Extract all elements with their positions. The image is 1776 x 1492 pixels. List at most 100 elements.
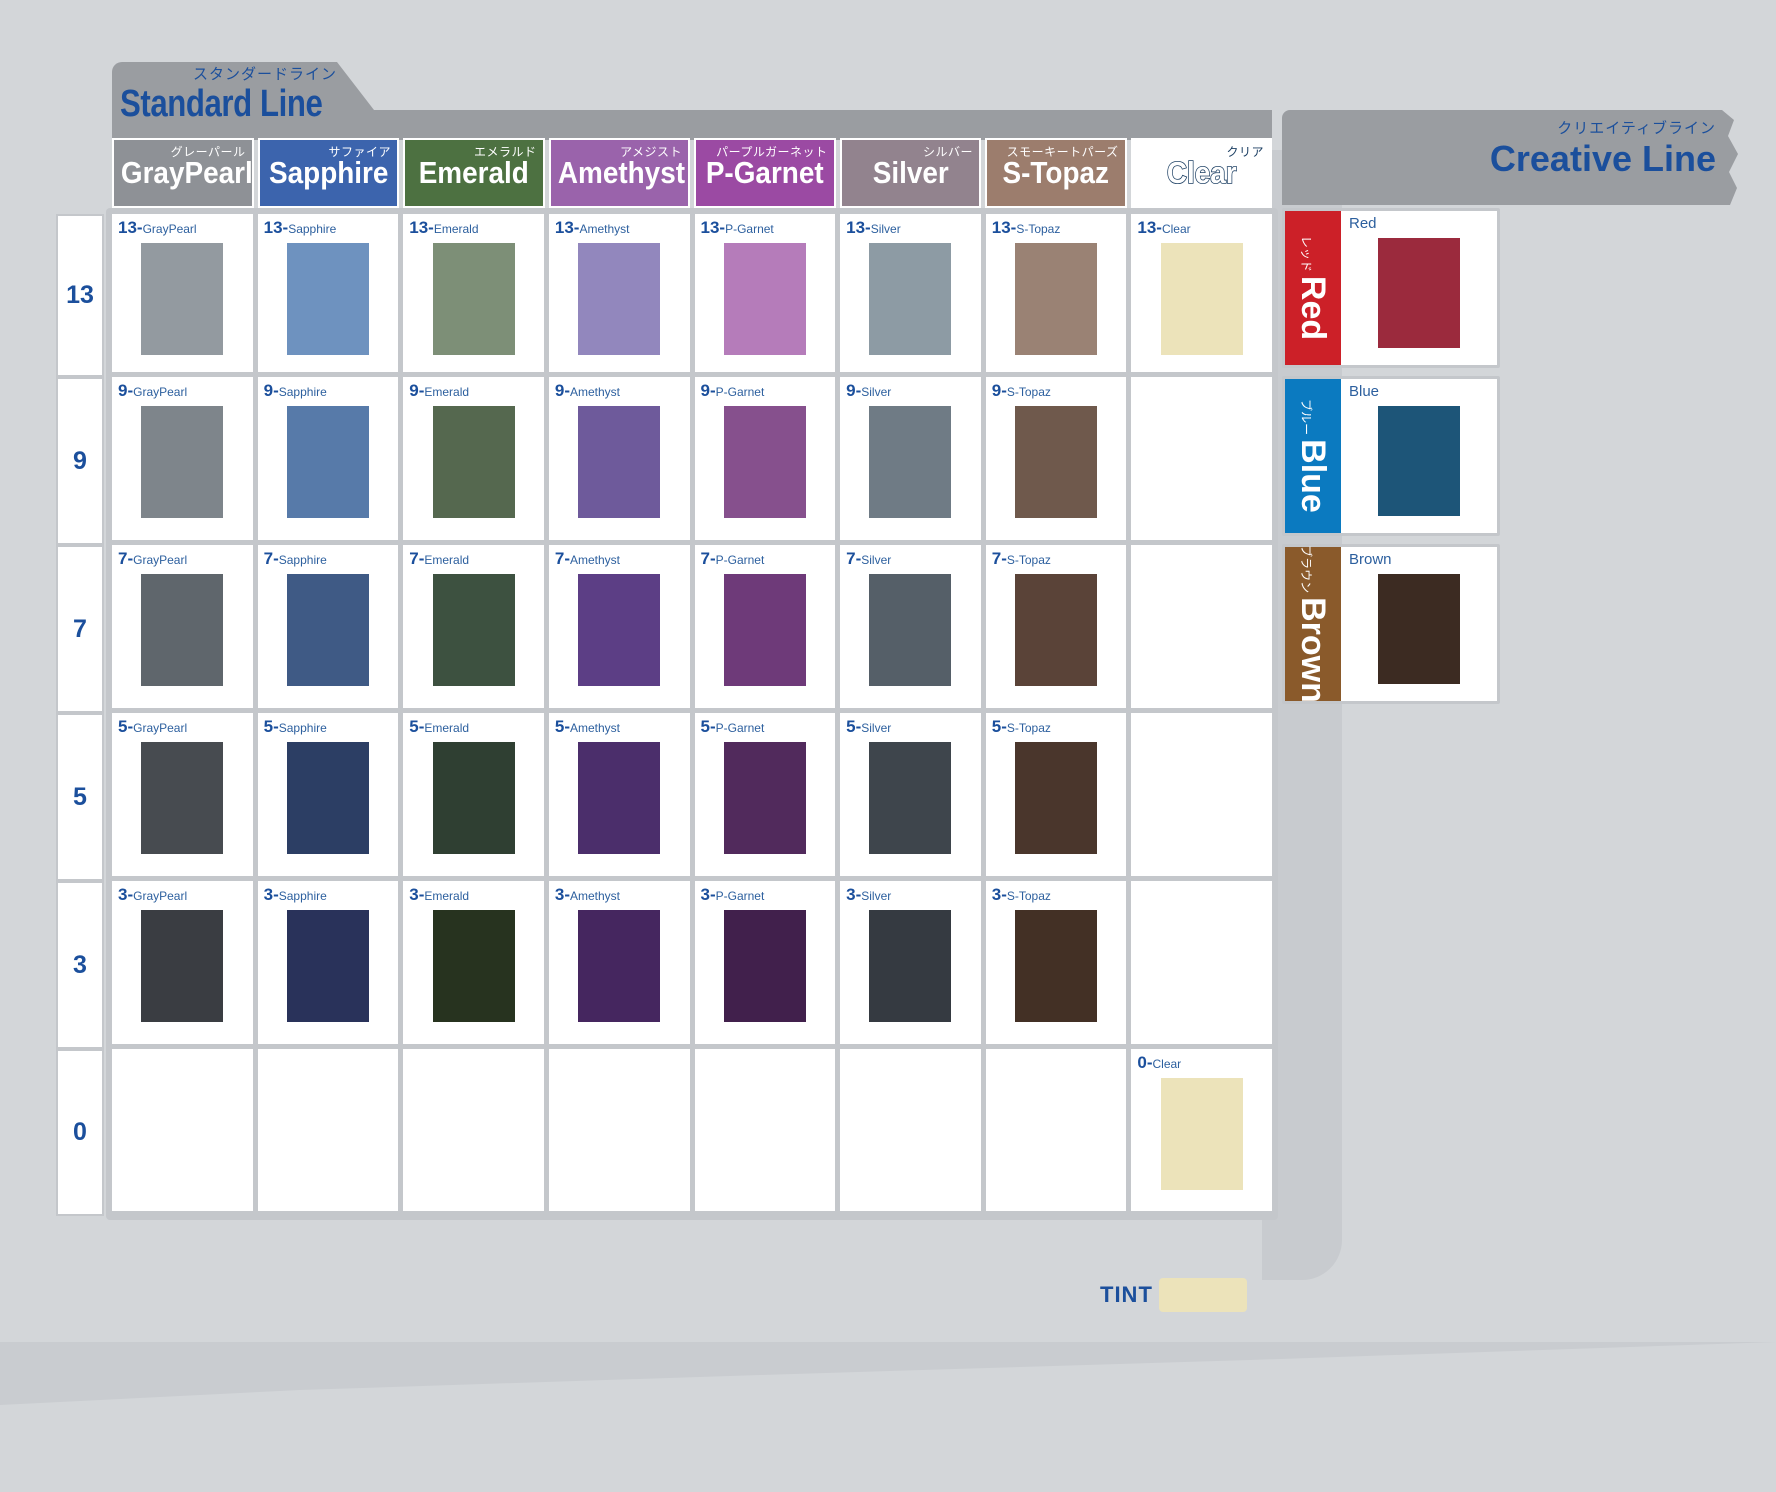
- hair-swatch[interactable]: [1378, 406, 1460, 516]
- column-header-clear[interactable]: クリア Clear: [1130, 138, 1272, 208]
- swatch-cell-9-sapphire[interactable]: 9-Sapphire: [257, 377, 399, 540]
- column-header-silver[interactable]: シルバー Silver: [839, 138, 981, 208]
- swatch-cell-5-silver[interactable]: 5-Silver: [840, 713, 981, 876]
- swatch-color-name: GrayPearl: [133, 553, 188, 567]
- hair-swatch[interactable]: [869, 742, 952, 854]
- hair-swatch[interactable]: [1378, 238, 1460, 348]
- hair-swatch[interactable]: [141, 742, 224, 854]
- swatch-color-name: Emerald: [424, 889, 470, 903]
- hair-swatch[interactable]: [432, 406, 515, 518]
- column-header-amethyst[interactable]: アメジスト Amethyst: [548, 138, 690, 208]
- creative-card-brown[interactable]: ブラウン Brown Brown: [1282, 544, 1500, 704]
- hair-swatch[interactable]: [141, 910, 224, 1022]
- hair-swatch[interactable]: [286, 574, 369, 686]
- creative-card-red[interactable]: レッド Red Red: [1282, 208, 1500, 368]
- hair-swatch[interactable]: [1378, 574, 1460, 684]
- hair-swatch[interactable]: [1015, 574, 1098, 686]
- swatch-cell-13-p-garnet[interactable]: 13-P-Garnet: [694, 214, 836, 372]
- hair-swatch[interactable]: [141, 574, 224, 686]
- swatch-label: 7-Amethyst: [549, 545, 620, 568]
- hair-swatch[interactable]: [723, 406, 806, 518]
- swatch-cell-7-p-garnet[interactable]: 7-P-Garnet: [694, 545, 836, 708]
- swatch-cell-13-emerald[interactable]: 13-Emerald: [403, 214, 544, 372]
- hair-swatch[interactable]: [286, 406, 369, 518]
- hair-swatch[interactable]: [869, 243, 952, 355]
- swatch-cell-5-s-topaz[interactable]: 5-S-Topaz: [985, 713, 1127, 876]
- hair-swatch[interactable]: [432, 910, 515, 1022]
- swatch-cell-5-amethyst[interactable]: 5-Amethyst: [548, 713, 690, 876]
- swatch-cell-9-emerald[interactable]: 9-Emerald: [403, 377, 544, 540]
- swatch-cell-9-graypearl[interactable]: 9-GrayPearl: [112, 377, 253, 540]
- swatch-cell-3-sapphire[interactable]: 3-Sapphire: [257, 881, 399, 1044]
- column-header-s-topaz[interactable]: スモーキートパーズ S-Topaz: [985, 138, 1127, 208]
- swatch-cell-9-amethyst[interactable]: 9-Amethyst: [548, 377, 690, 540]
- creative-card-name: Brown: [1294, 597, 1333, 703]
- hair-swatch[interactable]: [578, 574, 661, 686]
- swatch-cell-3-p-garnet[interactable]: 3-P-Garnet: [694, 881, 836, 1044]
- hair-swatch[interactable]: [1015, 406, 1098, 518]
- column-header-emerald[interactable]: エメラルド Emerald: [403, 138, 545, 208]
- swatch-cell-7-sapphire[interactable]: 7-Sapphire: [257, 545, 399, 708]
- hair-swatch[interactable]: [141, 406, 224, 518]
- grid-row-9: 9-GrayPearl 9-Sapphire 9-Emerald 9-Amethyst…: [112, 377, 1272, 540]
- hair-swatch[interactable]: [578, 742, 661, 854]
- swatch-cell-13-s-topaz[interactable]: 13-S-Topaz: [985, 214, 1127, 372]
- hair-swatch[interactable]: [1015, 243, 1098, 355]
- hair-swatch[interactable]: [578, 910, 661, 1022]
- swatch-cell-3-s-topaz[interactable]: 3-S-Topaz: [985, 881, 1127, 1044]
- hair-swatch[interactable]: [141, 243, 224, 355]
- swatch-cell-13-sapphire[interactable]: 13-Sapphire: [257, 214, 399, 372]
- hair-swatch[interactable]: [1160, 1078, 1243, 1190]
- swatch-label: 5-Silver: [840, 713, 891, 736]
- swatch-color-name: Emerald: [424, 553, 470, 567]
- column-header-graypearl[interactable]: グレーパール GrayPearl: [112, 138, 254, 208]
- hair-swatch[interactable]: [1015, 742, 1098, 854]
- swatch-cell-3-graypearl[interactable]: 3-GrayPearl: [112, 881, 253, 1044]
- swatch-label: 5-Emerald: [403, 713, 469, 736]
- creative-card-tab: ブラウン Brown: [1285, 545, 1341, 703]
- swatch-cell-3-silver[interactable]: 3-Silver: [840, 881, 981, 1044]
- swatch-cell-7-graypearl[interactable]: 7-GrayPearl: [112, 545, 253, 708]
- swatch-label: 7-S-Topaz: [986, 545, 1051, 568]
- swatch-cell-7-silver[interactable]: 7-Silver: [840, 545, 981, 708]
- creative-card-blue[interactable]: ブルー Blue Blue: [1282, 376, 1500, 536]
- hair-swatch[interactable]: [286, 742, 369, 854]
- swatch-cell-5-emerald[interactable]: 5-Emerald: [403, 713, 544, 876]
- hair-swatch[interactable]: [432, 742, 515, 854]
- hair-swatch[interactable]: [286, 243, 369, 355]
- hair-swatch[interactable]: [286, 910, 369, 1022]
- column-header-sapphire[interactable]: サファイア Sapphire: [257, 138, 399, 208]
- swatch-cell-13-amethyst[interactable]: 13-Amethyst: [548, 214, 690, 372]
- swatch-level: 3-: [409, 885, 425, 904]
- hair-swatch[interactable]: [869, 910, 952, 1022]
- swatch-cell-5-sapphire[interactable]: 5-Sapphire: [257, 713, 399, 876]
- swatch-cell-3-amethyst[interactable]: 3-Amethyst: [548, 881, 690, 1044]
- swatch-cell-7-amethyst[interactable]: 7-Amethyst: [548, 545, 690, 708]
- column-header-p-garnet[interactable]: パープルガーネット P-Garnet: [694, 138, 836, 208]
- hair-swatch[interactable]: [578, 243, 661, 355]
- hair-swatch[interactable]: [1160, 243, 1243, 355]
- swatch-cell-9-p-garnet[interactable]: 9-P-Garnet: [694, 377, 836, 540]
- hair-swatch[interactable]: [432, 574, 515, 686]
- grid-row-7: 7-GrayPearl 7-Sapphire 7-Emerald 7-Amethyst…: [112, 545, 1272, 708]
- swatch-cell-5-graypearl[interactable]: 5-GrayPearl: [112, 713, 253, 876]
- swatch-cell-9-silver[interactable]: 9-Silver: [840, 377, 981, 540]
- swatch-cell-13-silver[interactable]: 13-Silver: [840, 214, 981, 372]
- hair-swatch[interactable]: [723, 243, 806, 355]
- swatch-cell-0-clear[interactable]: 0-Clear: [1131, 1049, 1272, 1211]
- swatch-cell-13-graypearl[interactable]: 13-GrayPearl: [112, 214, 253, 372]
- swatch-cell-3-emerald[interactable]: 3-Emerald: [403, 881, 544, 1044]
- hair-swatch[interactable]: [723, 574, 806, 686]
- hair-swatch[interactable]: [1015, 910, 1098, 1022]
- hair-swatch[interactable]: [578, 406, 661, 518]
- swatch-cell-7-emerald[interactable]: 7-Emerald: [403, 545, 544, 708]
- swatch-cell-13-clear[interactable]: 13-Clear: [1131, 214, 1272, 372]
- swatch-cell-7-s-topaz[interactable]: 7-S-Topaz: [985, 545, 1127, 708]
- hair-swatch[interactable]: [869, 574, 952, 686]
- hair-swatch[interactable]: [869, 406, 952, 518]
- hair-swatch[interactable]: [723, 910, 806, 1022]
- swatch-cell-9-s-topaz[interactable]: 9-S-Topaz: [985, 377, 1127, 540]
- hair-swatch[interactable]: [723, 742, 806, 854]
- hair-swatch[interactable]: [432, 243, 515, 355]
- swatch-cell-5-p-garnet[interactable]: 5-P-Garnet: [694, 713, 836, 876]
